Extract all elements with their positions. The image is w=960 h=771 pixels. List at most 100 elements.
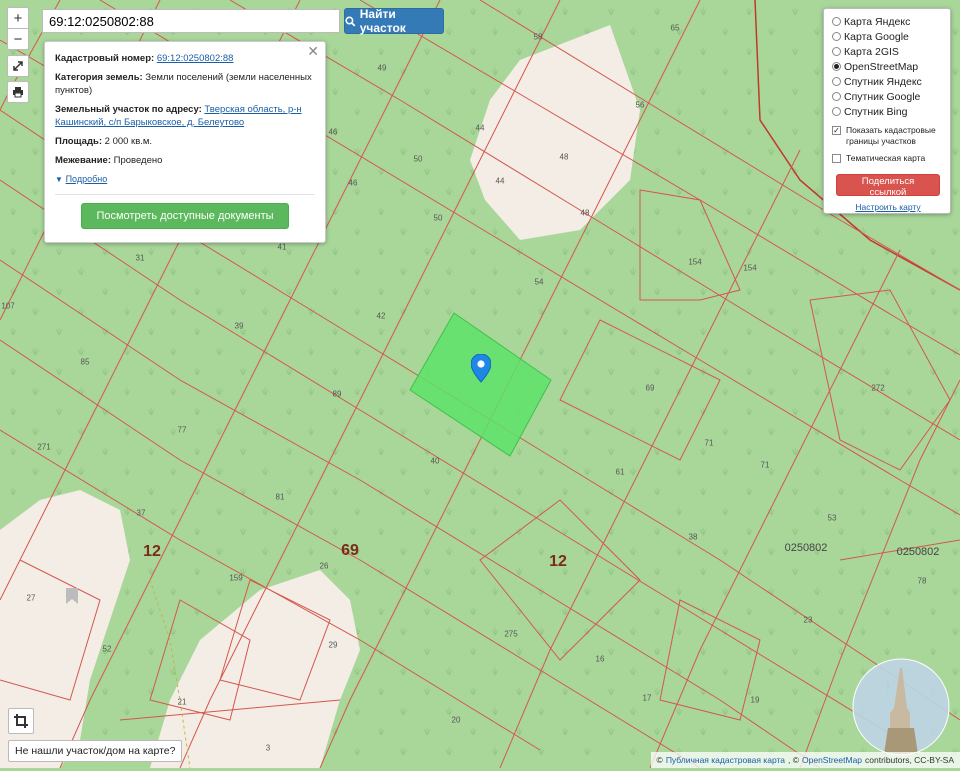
parcel-number-label: 48 bbox=[559, 152, 569, 162]
attribution-suffix: contributors, CC-BY-SA bbox=[865, 755, 954, 765]
parcel-number-label: 154 bbox=[743, 263, 757, 273]
area-label: Площадь: bbox=[55, 136, 102, 147]
basemap-option[interactable]: Спутник Google bbox=[832, 89, 944, 104]
parcel-number-label: 39 bbox=[234, 321, 244, 331]
copyright-symbol: © bbox=[656, 755, 663, 765]
parcel-number-label: 44 bbox=[475, 123, 485, 133]
parcel-number-label: 58 bbox=[533, 32, 543, 42]
basemap-option-label: Карта 2GIS bbox=[844, 45, 899, 58]
parcel-number-label: 21 bbox=[177, 697, 187, 707]
popup-divider bbox=[55, 194, 315, 195]
parcel-number-label: 46 bbox=[328, 127, 338, 137]
radio-icon[interactable] bbox=[832, 17, 841, 26]
basemap-option[interactable]: OpenStreetMap bbox=[832, 59, 944, 74]
parcel-number-label: 12 bbox=[143, 543, 161, 560]
parcel-number-label: 48 bbox=[580, 208, 590, 218]
basemap-option[interactable]: Карта 2GIS bbox=[832, 44, 944, 59]
parcel-number-label: 154 bbox=[688, 257, 702, 267]
print-button[interactable] bbox=[7, 81, 29, 103]
basemap-option-label: Карта Яндекс bbox=[844, 15, 911, 28]
checkbox-empty-icon[interactable] bbox=[832, 154, 841, 163]
radio-icon[interactable] bbox=[832, 47, 841, 56]
basemap-option-label: OpenStreetMap bbox=[844, 60, 919, 73]
checkbox-checked-icon[interactable]: ✓ bbox=[832, 126, 841, 135]
parcel-number-label: 71 bbox=[704, 438, 714, 448]
parcel-number-label: 46 bbox=[348, 178, 358, 188]
search-icon bbox=[345, 16, 356, 27]
share-link-button[interactable]: Поделиться ссылкой bbox=[836, 174, 940, 198]
show-borders-label: Показать кадастровые границы участков bbox=[846, 125, 936, 146]
radio-selected-icon[interactable] bbox=[832, 62, 841, 71]
zoom-in-button[interactable]: + bbox=[7, 7, 29, 29]
not-found-button[interactable]: Не нашли участок/дом на карте? bbox=[8, 740, 183, 762]
osm-link[interactable]: OpenStreetMap bbox=[802, 755, 862, 765]
area-value: 2 000 кв.м. bbox=[104, 136, 153, 147]
radio-icon[interactable] bbox=[832, 32, 841, 41]
parcel-number-label: 69 bbox=[645, 383, 655, 393]
address-label: Земельный участок по адресу: bbox=[55, 104, 202, 115]
parcel-number-label: 42 bbox=[376, 311, 386, 321]
category-label: Категория земель: bbox=[55, 72, 143, 83]
radio-icon[interactable] bbox=[832, 92, 841, 101]
parcel-number-label: 38 bbox=[688, 532, 698, 542]
basemap-option[interactable]: Спутник Bing bbox=[832, 104, 944, 119]
parcel-number-label: 17 bbox=[642, 693, 652, 703]
map-attribution: © Публичная кадастровая карта , © OpenSt… bbox=[650, 752, 960, 768]
fullscreen-button[interactable] bbox=[7, 55, 29, 77]
parcel-number-label: 40 bbox=[430, 456, 440, 466]
parcel-number-label: 61 bbox=[615, 467, 625, 477]
basemap-option[interactable]: Карта Google bbox=[832, 29, 944, 44]
find-parcel-button[interactable]: Найти участок bbox=[344, 7, 444, 35]
zoom-out-button[interactable]: − bbox=[7, 28, 29, 50]
parcel-number-label: 23 bbox=[803, 615, 813, 625]
radio-icon[interactable] bbox=[832, 77, 841, 86]
map-marker-icon[interactable] bbox=[471, 354, 491, 384]
parcel-number-label: 31 bbox=[135, 253, 145, 263]
parcel-number-label: 77 bbox=[177, 425, 187, 435]
basemap-option-label: Карта Google bbox=[844, 30, 909, 43]
parcel-number-label: 41 bbox=[277, 242, 287, 252]
parcel-number-label: 65 bbox=[670, 23, 680, 33]
parcel-number-label: 56 bbox=[635, 100, 645, 110]
parcel-number-label: 54 bbox=[534, 277, 544, 287]
survey-value: Проведено bbox=[113, 155, 163, 166]
show-borders-toggle[interactable]: ✓ Показать кадастровые границы участков bbox=[832, 125, 944, 147]
parcel-number-label: 50 bbox=[413, 154, 423, 164]
parcel-number-label: 69 bbox=[341, 542, 359, 559]
cadastral-label: Кадастровый номер: bbox=[55, 53, 155, 64]
bookmark-pin-icon[interactable] bbox=[66, 588, 78, 604]
parcel-number-label: 49 bbox=[377, 63, 387, 73]
parcel-number-label: 0250802 bbox=[784, 542, 828, 554]
parcel-number-label: 159 bbox=[229, 573, 243, 583]
close-icon[interactable]: ✕ bbox=[307, 44, 319, 58]
parcel-number-label: 16 bbox=[595, 654, 605, 664]
basemap-option-label: Спутник Google bbox=[844, 90, 921, 103]
church-photo-thumbnail[interactable] bbox=[852, 658, 950, 756]
expand-icon bbox=[13, 61, 23, 71]
parcel-number-label: 71 bbox=[760, 460, 770, 470]
parcel-number-label: 78 bbox=[917, 576, 927, 586]
thematic-map-toggle[interactable]: Тематическая карта bbox=[832, 153, 944, 164]
attribution-separator: , © bbox=[788, 755, 800, 765]
basemap-option[interactable]: Карта Яндекс bbox=[832, 14, 944, 29]
basemap-option-label: Спутник Яндекс bbox=[844, 75, 922, 88]
pkk-link[interactable]: Публичная кадастровая карта bbox=[666, 755, 785, 765]
print-icon bbox=[13, 87, 23, 98]
view-documents-button[interactable]: Посмотреть доступные документы bbox=[81, 203, 289, 229]
find-parcel-label: Найти участок bbox=[359, 7, 406, 35]
crop-icon bbox=[14, 714, 28, 728]
configure-map-link[interactable]: Настроить карту bbox=[832, 202, 944, 212]
parcel-number-label: 50 bbox=[433, 213, 443, 223]
radio-icon[interactable] bbox=[832, 107, 841, 116]
parcel-number-label: 26 bbox=[319, 561, 329, 571]
cadastral-search-input[interactable] bbox=[42, 9, 340, 33]
basemap-option[interactable]: Спутник Яндекс bbox=[832, 74, 944, 89]
survey-label: Межевание: bbox=[55, 155, 111, 166]
select-area-button[interactable] bbox=[8, 708, 34, 734]
parcel-number-label: 27 bbox=[26, 593, 36, 603]
parcel-number-label: 3 bbox=[265, 743, 271, 753]
parcel-info-popup: ✕ Кадастровый номер: 69:12:0250802:88 Ка… bbox=[44, 41, 326, 243]
cadastral-number-link[interactable]: 69:12:0250802:88 bbox=[157, 53, 234, 64]
details-link[interactable]: Подробно bbox=[66, 174, 108, 184]
thematic-label: Тематическая карта bbox=[846, 153, 926, 163]
